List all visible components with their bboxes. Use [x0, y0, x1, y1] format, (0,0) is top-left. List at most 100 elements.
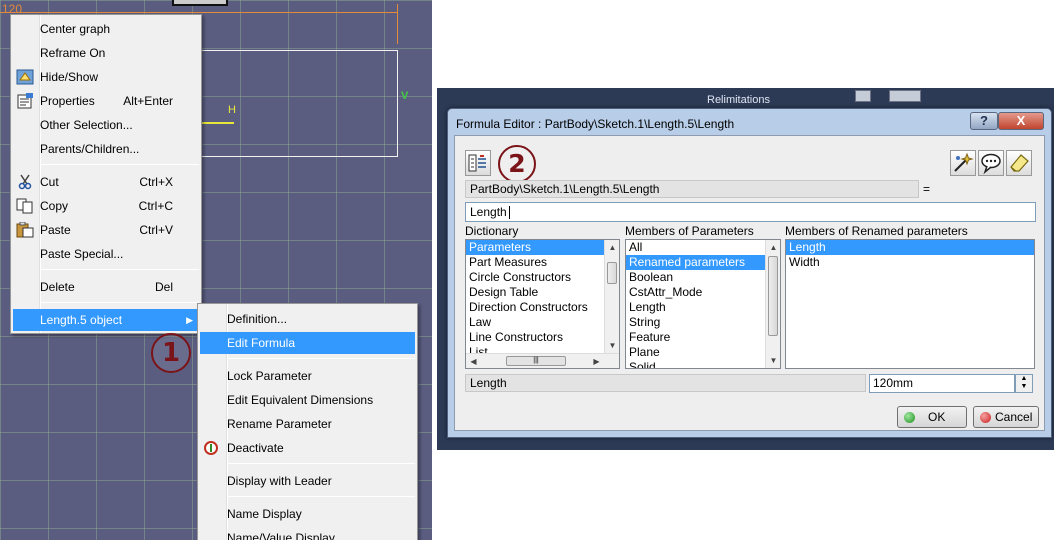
hide-show-icon: [16, 69, 34, 85]
cancel-button[interactable]: Cancel: [973, 406, 1039, 428]
v-axis-label: V: [401, 90, 409, 102]
comment-button[interactable]: [978, 150, 1004, 176]
submenu-arrow-icon: ▶: [186, 315, 193, 325]
menu-item-paste-special[interactable]: Paste Special...: [13, 243, 199, 265]
wizard-button[interactable]: [950, 150, 976, 176]
h-axis-label: H: [228, 104, 236, 116]
menu-item-display-with-leader[interactable]: Display with Leader: [200, 470, 415, 492]
background-window-button[interactable]: [889, 90, 921, 102]
list-item[interactable]: Direction Constructors: [466, 300, 619, 315]
list-item[interactable]: Part Measures: [466, 255, 619, 270]
horizontal-scrollbar[interactable]: ◀ ||| ▶: [466, 353, 619, 368]
step-badge-2: 2: [498, 145, 536, 183]
scroll-down-icon[interactable]: ▼: [605, 338, 619, 353]
menu-item-rename-parameter[interactable]: Rename Parameter: [200, 413, 415, 435]
parameter-path-field: PartBody\Sketch.1\Length.5\Length: [465, 180, 919, 198]
value-stepper[interactable]: ▲ ▼: [1015, 374, 1033, 393]
scroll-thumb[interactable]: |||: [506, 356, 566, 366]
list-item[interactable]: Circle Constructors: [466, 270, 619, 285]
menu-item-definition[interactable]: Definition...: [200, 308, 415, 330]
menu-separator: [228, 496, 415, 497]
list-item[interactable]: Feature: [626, 330, 780, 345]
scroll-thumb[interactable]: [607, 262, 617, 284]
scissors-icon: [18, 174, 32, 190]
sketch-rectangle[interactable]: [190, 50, 398, 157]
deactivate-icon: [204, 441, 218, 455]
menu-item-cut[interactable]: Cut Ctrl+X: [13, 171, 199, 193]
menu-item-copy[interactable]: Copy Ctrl+C: [13, 195, 199, 217]
list-item[interactable]: Law: [466, 315, 619, 330]
step-badge-1: 1: [151, 333, 191, 373]
menu-item-delete[interactable]: Delete Del: [13, 276, 199, 298]
menu-item-name-display[interactable]: Name Display: [200, 503, 415, 525]
members-of-renamed-list[interactable]: Length Width: [785, 239, 1035, 369]
menu-item-center-graph[interactable]: Center graph: [13, 18, 199, 40]
value-input[interactable]: 120mm: [869, 374, 1015, 393]
menu-separator: [228, 358, 415, 359]
list-item[interactable]: Boolean: [626, 270, 780, 285]
menu-item-edit-equivalent-dimensions[interactable]: Edit Equivalent Dimensions: [200, 389, 415, 411]
members-of-parameters-header: Members of Parameters: [625, 224, 754, 238]
viewport-top-widget: [172, 0, 228, 6]
menu-item-other-selection[interactable]: Other Selection...: [13, 114, 199, 136]
list-item[interactable]: Parameters: [466, 240, 619, 255]
eraser-icon: [1010, 154, 1029, 172]
erase-button[interactable]: [1006, 150, 1032, 176]
list-item[interactable]: Design Table: [466, 285, 619, 300]
menu-item-length5-object[interactable]: Length.5 object ▶: [13, 309, 199, 331]
list-item[interactable]: Renamed parameters: [626, 255, 780, 270]
menu-item-paste[interactable]: Paste Ctrl+V: [13, 219, 199, 241]
dialog-client-area: 2 PartBody\Sketch.1\Length.5\Length = Le…: [454, 135, 1045, 431]
list-item[interactable]: Length: [626, 300, 780, 315]
menu-separator: [41, 269, 199, 270]
background-window-button[interactable]: [855, 90, 871, 102]
members-of-parameters-list[interactable]: All Renamed parameters Boolean CstAttr_M…: [625, 239, 781, 369]
stepper-down-icon[interactable]: ▼: [1016, 383, 1032, 391]
close-button[interactable]: X: [998, 112, 1044, 130]
scroll-up-icon[interactable]: ▲: [605, 240, 619, 255]
equals-label: =: [923, 182, 931, 196]
menu-item-lock-parameter[interactable]: Lock Parameter: [200, 365, 415, 387]
list-item[interactable]: Length: [786, 240, 1034, 255]
list-item[interactable]: All: [626, 240, 780, 255]
context-menu: Center graph Reframe On Hide/Show Proper…: [10, 14, 202, 334]
formula-tree-icon: [468, 154, 486, 172]
dictionary-list[interactable]: Parameters Part Measures Circle Construc…: [465, 239, 620, 369]
list-item[interactable]: Plane: [626, 345, 780, 360]
help-button[interactable]: ?: [970, 112, 998, 130]
list-item[interactable]: Solid: [626, 360, 780, 368]
wizard-icon: [954, 152, 974, 172]
menu-item-edit-formula[interactable]: Edit Formula: [200, 332, 415, 354]
list-item[interactable]: Width: [786, 255, 1034, 270]
scroll-down-icon[interactable]: ▼: [766, 353, 780, 368]
scroll-right-icon[interactable]: ▶: [589, 354, 604, 368]
ok-icon: [904, 412, 915, 423]
menu-item-name-value-display[interactable]: Name/Value Display: [200, 527, 415, 540]
scroll-left-icon[interactable]: ◀: [466, 354, 481, 368]
vertical-scrollbar[interactable]: ▲ ▼: [604, 240, 619, 353]
menu-item-reframe-on[interactable]: Reframe On: [13, 42, 199, 64]
list-item[interactable]: CstAttr_Mode: [626, 285, 780, 300]
properties-icon: [17, 93, 33, 109]
members-of-renamed-header: Members of Renamed parameters: [785, 224, 968, 238]
dialog-title: Formula Editor : PartBody\Sketch.1\Lengt…: [456, 117, 735, 131]
formula-input[interactable]: Length: [465, 202, 1036, 222]
text-caret: [508, 206, 510, 220]
vertical-scrollbar[interactable]: ▲ ▼: [765, 240, 780, 368]
stepper-up-icon[interactable]: ▲: [1016, 375, 1032, 383]
list-item[interactable]: Line Constructors: [466, 330, 619, 345]
menu-item-hide-show[interactable]: Hide/Show: [13, 66, 199, 88]
ok-button[interactable]: OK: [897, 406, 967, 428]
formula-tool-button[interactable]: [465, 150, 491, 176]
menu-item-deactivate[interactable]: Deactivate: [200, 437, 415, 459]
scroll-thumb[interactable]: [768, 256, 778, 336]
menu-item-parents-children[interactable]: Parents/Children...: [13, 138, 199, 160]
scroll-up-icon[interactable]: ▲: [766, 240, 780, 255]
paste-icon: [16, 222, 34, 238]
formula-text: Length: [470, 205, 507, 219]
menu-separator: [41, 302, 199, 303]
speech-bubble-icon: [981, 153, 1001, 175]
menu-item-properties[interactable]: Properties Alt+Enter: [13, 90, 199, 112]
dictionary-header: Dictionary: [465, 224, 519, 238]
list-item[interactable]: String: [626, 315, 780, 330]
